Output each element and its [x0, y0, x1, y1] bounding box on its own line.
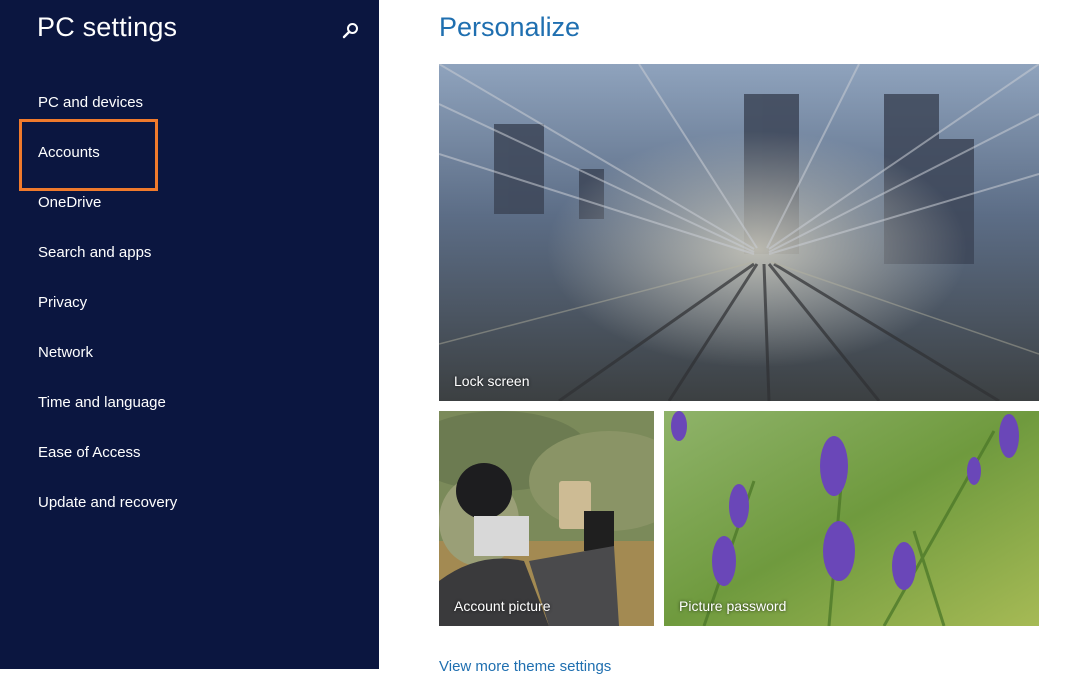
sidebar-item-network[interactable]: Network: [0, 328, 379, 378]
sidebar-item-privacy[interactable]: Privacy: [0, 278, 379, 328]
search-icon: [342, 23, 358, 39]
lock-screen-label: Lock screen: [454, 373, 530, 389]
account-picture-label: Account picture: [454, 598, 551, 614]
app-title: PC settings: [37, 12, 178, 42]
sidebar-item-search-and-apps[interactable]: Search and apps: [0, 228, 379, 278]
sidebar-item-onedrive[interactable]: OneDrive: [0, 178, 379, 228]
lock-screen-image: [439, 64, 1039, 401]
main-content: Personalize Lock screen Account picture …: [379, 0, 1075, 675]
sidebar-item-update-and-recovery[interactable]: Update and recovery: [0, 478, 379, 528]
sidebar-item-ease-of-access[interactable]: Ease of Access: [0, 428, 379, 478]
sidebar-item-accounts[interactable]: Accounts: [0, 128, 379, 178]
account-picture-image: [439, 411, 654, 626]
sidebar-item-pc-and-devices[interactable]: PC and devices: [0, 78, 379, 128]
view-more-theme-settings-link[interactable]: View more theme settings: [439, 658, 611, 675]
sidebar: PC settings PC and devices Accounts OneD…: [0, 0, 379, 669]
sidebar-item-time-and-language[interactable]: Time and language: [0, 378, 379, 428]
picture-password-label: Picture password: [679, 598, 787, 614]
sidebar-nav: PC and devices Accounts OneDrive Search …: [0, 78, 379, 528]
page-title: Personalize: [439, 12, 581, 42]
picture-password-image: [664, 411, 1039, 626]
account-picture-tile[interactable]: Account picture: [439, 411, 654, 626]
search-button[interactable]: [340, 20, 362, 42]
lock-screen-tile[interactable]: Lock screen: [439, 64, 1039, 401]
picture-password-tile[interactable]: Picture password: [664, 411, 1039, 626]
